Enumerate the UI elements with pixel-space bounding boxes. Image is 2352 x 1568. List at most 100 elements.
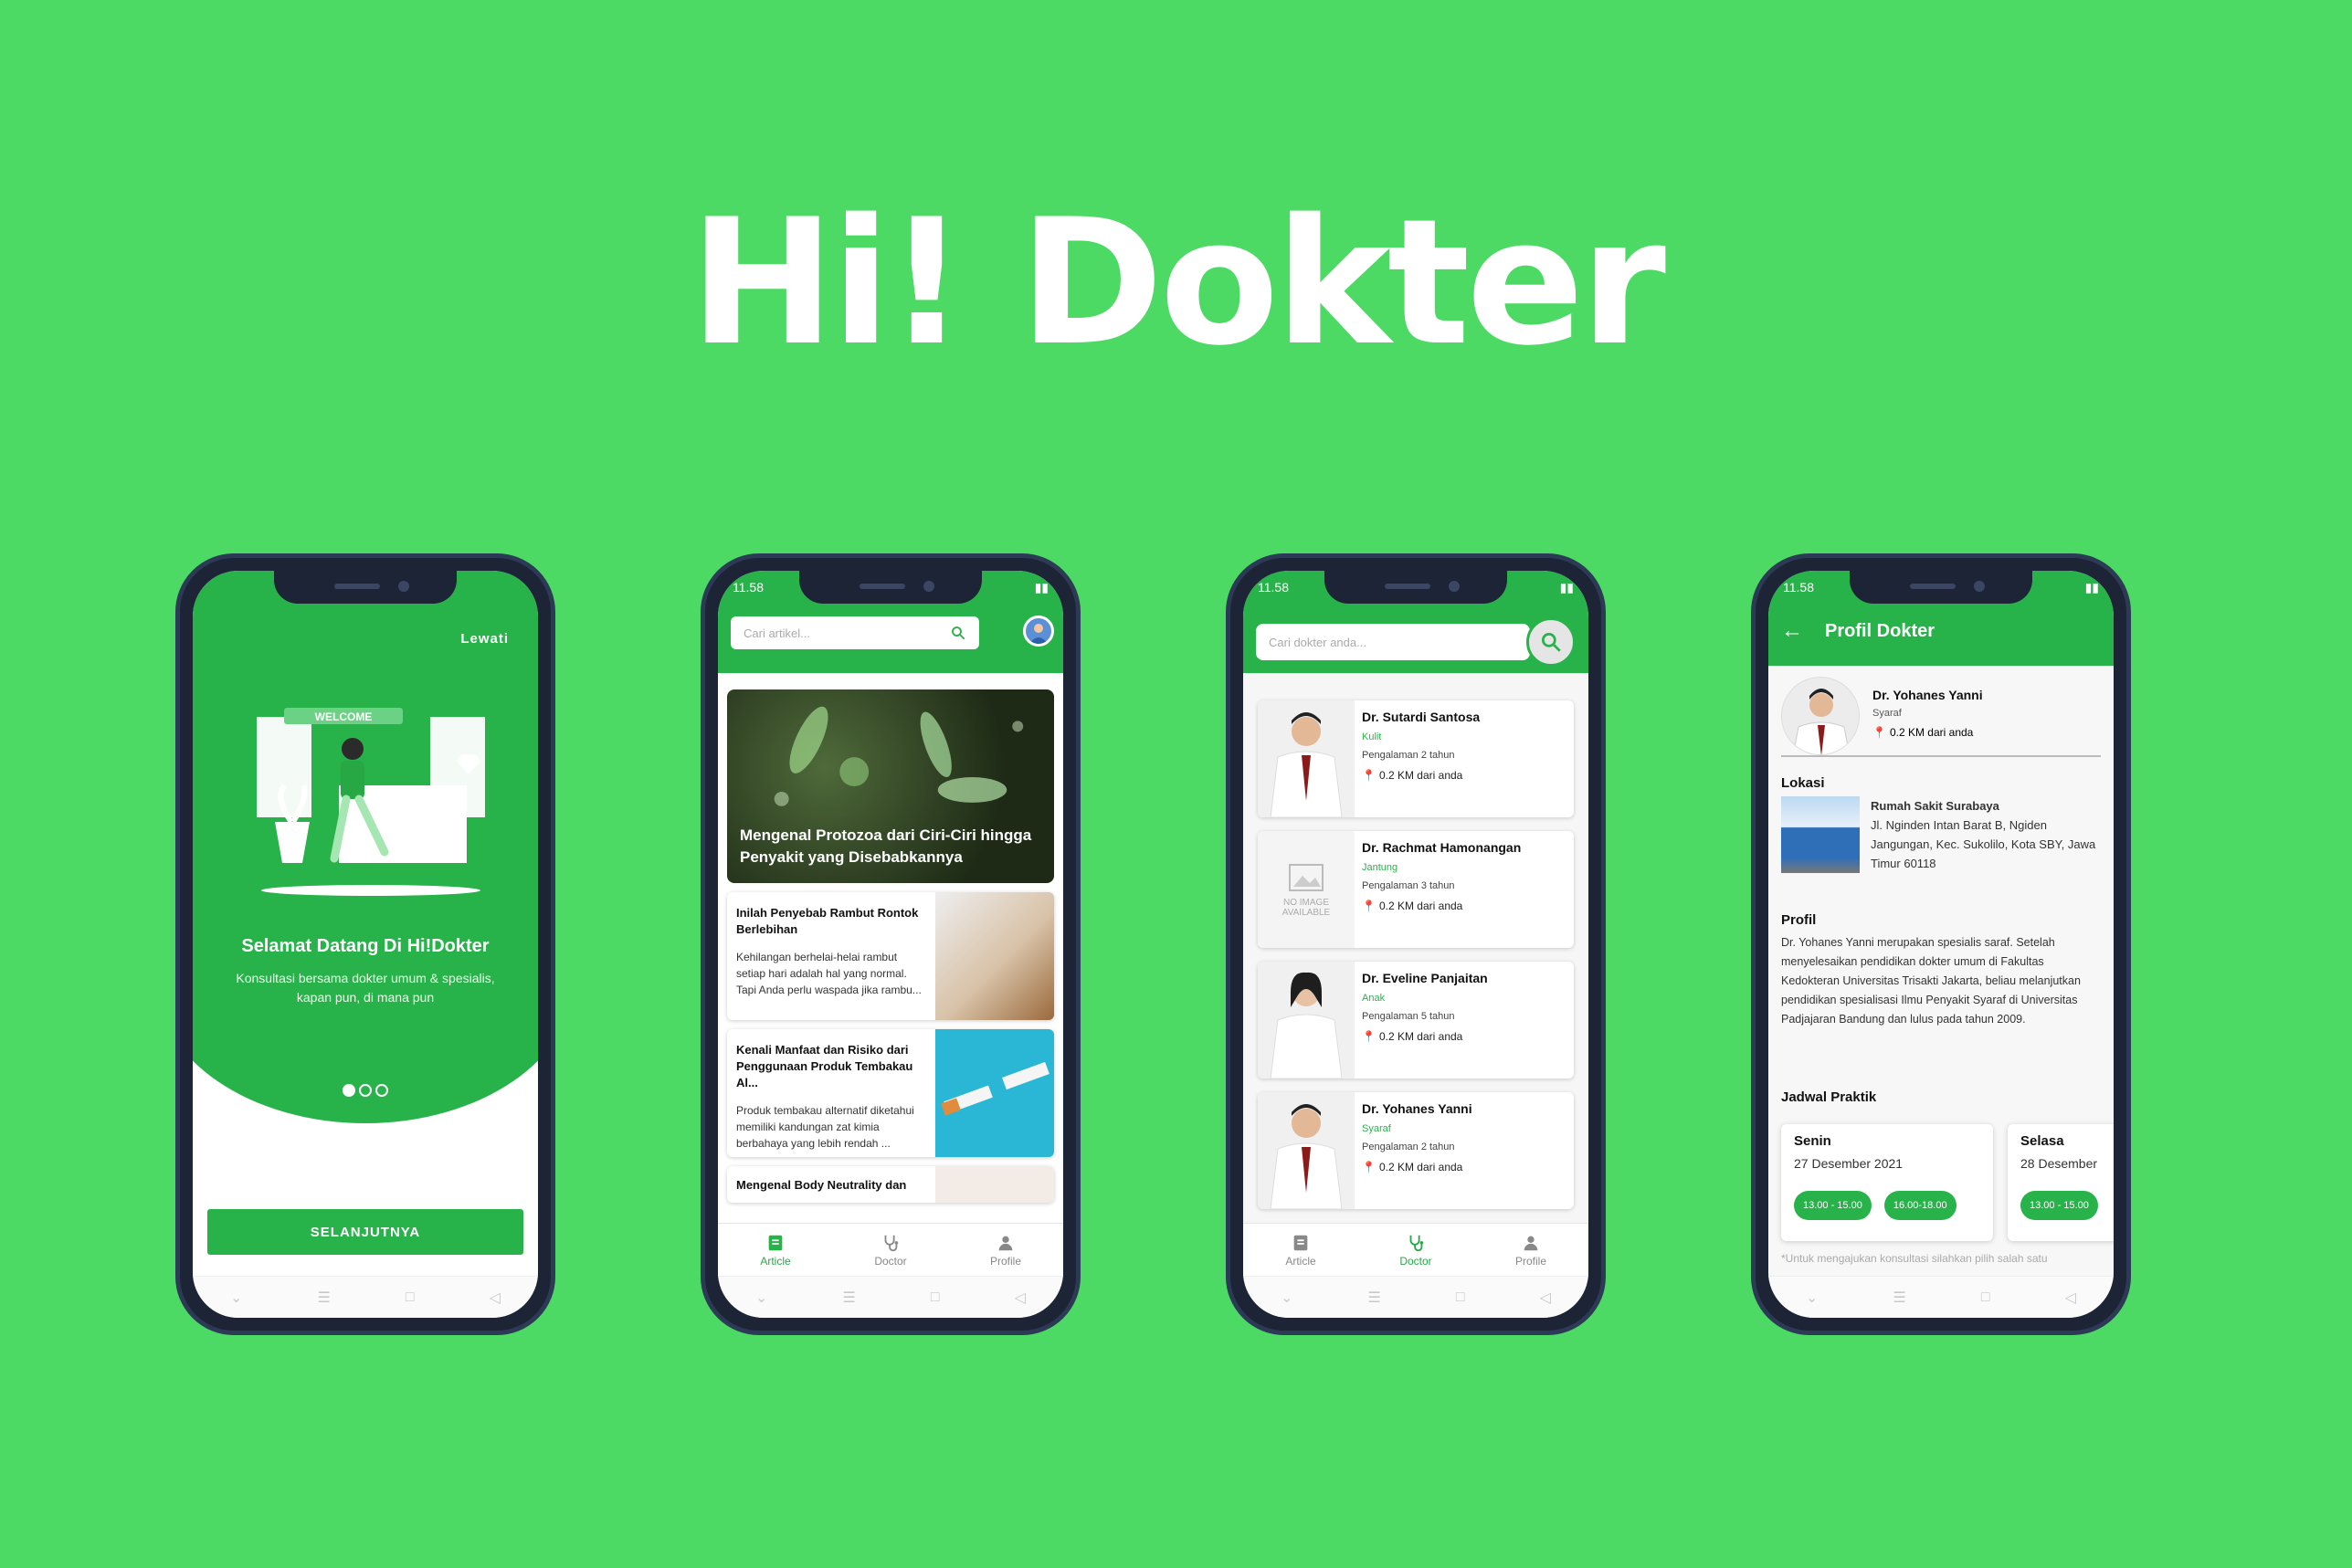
doctor-card[interactable]: Dr. Yohanes Yanni Syaraf Pengalaman 2 ta… — [1258, 1092, 1574, 1209]
article-feed: Mengenal Protozoa dari Ciri-Ciri hingga … — [727, 689, 1054, 1203]
article-image — [935, 1166, 1054, 1203]
system-navigation-bar: ⌄ ☰ □ ◁ — [193, 1276, 538, 1318]
page-dot[interactable] — [375, 1084, 388, 1097]
menu-icon[interactable]: ☰ — [1893, 1289, 1906, 1307]
doctor-distance: 0.2 KM dari anda — [1378, 769, 1463, 782]
schedule-date: 27 Desember 2021 — [1794, 1156, 1904, 1171]
location-pin-icon: 📍 — [1362, 1161, 1376, 1173]
tab-article[interactable]: Article — [1260, 1233, 1342, 1268]
doctor-distance: 0.2 KM dari anda — [1378, 1030, 1463, 1043]
stethoscope-icon — [884, 1235, 899, 1251]
welcome-illustration: WELCOME — [257, 708, 485, 896]
phone-doctors: 11.58 ▮▮ Cari dokter anda... Dr. Sutardi… — [1226, 553, 1606, 1335]
chevron-down-icon[interactable]: ⌄ — [1806, 1289, 1818, 1307]
search-icon[interactable] — [950, 625, 966, 641]
article-card[interactable]: Mengenal Body Neutrality dan — [727, 1166, 1054, 1203]
tab-label: Doctor — [1399, 1254, 1432, 1268]
chevron-down-icon[interactable]: ⌄ — [755, 1289, 767, 1307]
tab-label: Profile — [1514, 1254, 1546, 1268]
back-arrow-icon[interactable]: ← — [1781, 618, 1803, 644]
schedule-heading: Jadwal Praktik — [1781, 1089, 1877, 1105]
back-icon[interactable]: ◁ — [1015, 1289, 1026, 1307]
article-icon — [768, 1235, 783, 1250]
home-icon[interactable]: □ — [1456, 1289, 1465, 1306]
bottom-tab-bar: Article Doctor Profile — [1243, 1223, 1588, 1276]
back-icon[interactable]: ◁ — [1540, 1289, 1551, 1307]
time-slot-button[interactable]: 13.00 - 15.00 — [2020, 1191, 2098, 1220]
back-icon[interactable]: ◁ — [490, 1289, 501, 1307]
skip-button[interactable]: Lewati — [460, 631, 509, 647]
camera-notch — [1324, 571, 1507, 604]
article-icon — [1293, 1235, 1308, 1250]
avatar[interactable] — [1023, 616, 1054, 647]
doctor-experience: Pengalaman 2 tahun — [1362, 750, 1455, 761]
schedule-day: Senin — [1794, 1133, 1831, 1149]
search-button[interactable] — [1526, 617, 1576, 667]
tab-profile[interactable]: Profile — [965, 1233, 1047, 1268]
article-card[interactable]: Inilah Penyebab Rambut Rontok Berlebihan… — [727, 892, 1054, 1020]
doctor-specialty: Kulit — [1362, 731, 1382, 742]
doctor-bio: Dr. Yohanes Yanni merupakan spesialis sa… — [1781, 936, 2081, 1026]
article-search-input[interactable]: Cari artikel... — [731, 616, 979, 649]
search-placeholder: Cari artikel... — [744, 626, 810, 640]
camera-notch — [799, 571, 982, 604]
page-dot-active[interactable] — [343, 1084, 355, 1097]
doctor-photo — [1258, 700, 1355, 817]
time-slot-button[interactable]: 13.00 - 15.00 — [1794, 1191, 1872, 1220]
next-button[interactable]: SELANJUTNYA — [207, 1209, 523, 1255]
camera-notch — [274, 571, 457, 604]
doctor-experience: Pengalaman 3 tahun — [1362, 880, 1455, 891]
location-heading: Lokasi — [1781, 775, 1825, 791]
tab-doctor[interactable]: Doctor — [849, 1233, 932, 1268]
back-icon[interactable]: ◁ — [2065, 1289, 2076, 1307]
tab-doctor[interactable]: Doctor — [1375, 1233, 1457, 1268]
menu-icon[interactable]: ☰ — [1368, 1289, 1381, 1307]
status-time: 11.58 — [733, 580, 764, 595]
tab-label: Article — [1285, 1254, 1316, 1268]
home-icon[interactable]: □ — [406, 1289, 415, 1306]
doctor-card[interactable]: Dr. Eveline Panjaitan Anak Pengalaman 5 … — [1258, 962, 1574, 1079]
doctor-card[interactable]: Dr. Sutardi Santosa Kulit Pengalaman 2 t… — [1258, 700, 1574, 817]
no-image-label: NO IMAGE AVAILABLE — [1281, 898, 1331, 918]
menu-icon[interactable]: ☰ — [318, 1289, 331, 1307]
chevron-down-icon[interactable]: ⌄ — [230, 1289, 242, 1307]
phone-onboarding: Lewati WELCOME Selamat Datang Di Hi!Dokt… — [175, 553, 555, 1335]
search-icon — [1541, 632, 1561, 652]
app-title: Hi! Dokter — [690, 182, 1666, 384]
home-icon[interactable]: □ — [1981, 1289, 1990, 1306]
doctor-name: Dr. Yohanes Yanni — [1872, 688, 1983, 702]
doctor-search-input[interactable]: Cari dokter anda... — [1256, 624, 1530, 660]
doctor-avatar — [1781, 677, 1860, 755]
page-title: Profil Dokter — [1825, 621, 1935, 641]
featured-article[interactable]: Mengenal Protozoa dari Ciri-Ciri hingga … — [727, 689, 1054, 883]
phone-doctor-profile: ← Profil Dokter 11.58 ▮▮ Dr. Yohanes Yan… — [1751, 553, 2131, 1335]
tab-profile[interactable]: Profile — [1490, 1233, 1572, 1268]
profile-heading: Profil — [1781, 912, 1817, 928]
schedule-card: Selasa 28 Desember 13.00 - 15.00 — [2008, 1124, 2114, 1241]
battery-icon: ▮▮ — [1034, 579, 1049, 595]
phone-articles: 11.58 ▮▮ Cari artikel... Mengenal Protoz… — [701, 553, 1081, 1335]
time-slot-button[interactable]: 16.00-18.00 — [1883, 1191, 1956, 1220]
location-pin-icon: 📍 — [1362, 900, 1376, 912]
welcome-title: Selamat Datang Di Hi!Dokter — [241, 936, 490, 956]
home-icon[interactable]: □ — [931, 1289, 940, 1306]
doctor-name: Dr. Sutardi Santosa — [1362, 710, 1481, 724]
page-indicator — [193, 1084, 538, 1097]
tab-label: Profile — [989, 1254, 1021, 1268]
schedule-date: 28 Desember — [2020, 1156, 2098, 1171]
article-image — [935, 1029, 1054, 1157]
doctor-specialty: Jantung — [1362, 862, 1398, 873]
doctor-photo-placeholder: NO IMAGE AVAILABLE — [1258, 831, 1355, 948]
location-section: Lokasi Rumah Sakit Surabaya Jl. Nginden … — [1781, 773, 2104, 873]
battery-icon: ▮▮ — [1559, 579, 1574, 595]
status-time: 11.58 — [1258, 580, 1289, 595]
doctor-specialty: Syaraf — [1362, 1123, 1391, 1134]
system-navigation-bar: ⌄ ☰ □ ◁ — [1243, 1276, 1588, 1318]
chevron-down-icon[interactable]: ⌄ — [1281, 1289, 1292, 1307]
article-card[interactable]: Kenali Manfaat dan Risiko dari Penggunaa… — [727, 1029, 1054, 1157]
tab-article[interactable]: Article — [734, 1233, 817, 1268]
menu-icon[interactable]: ☰ — [843, 1289, 856, 1307]
article-title: Inilah Penyebab Rambut Rontok Berlebihan — [736, 906, 919, 936]
doctor-card[interactable]: NO IMAGE AVAILABLE Dr. Rachmat Hamonanga… — [1258, 831, 1574, 948]
page-dot[interactable] — [359, 1084, 372, 1097]
